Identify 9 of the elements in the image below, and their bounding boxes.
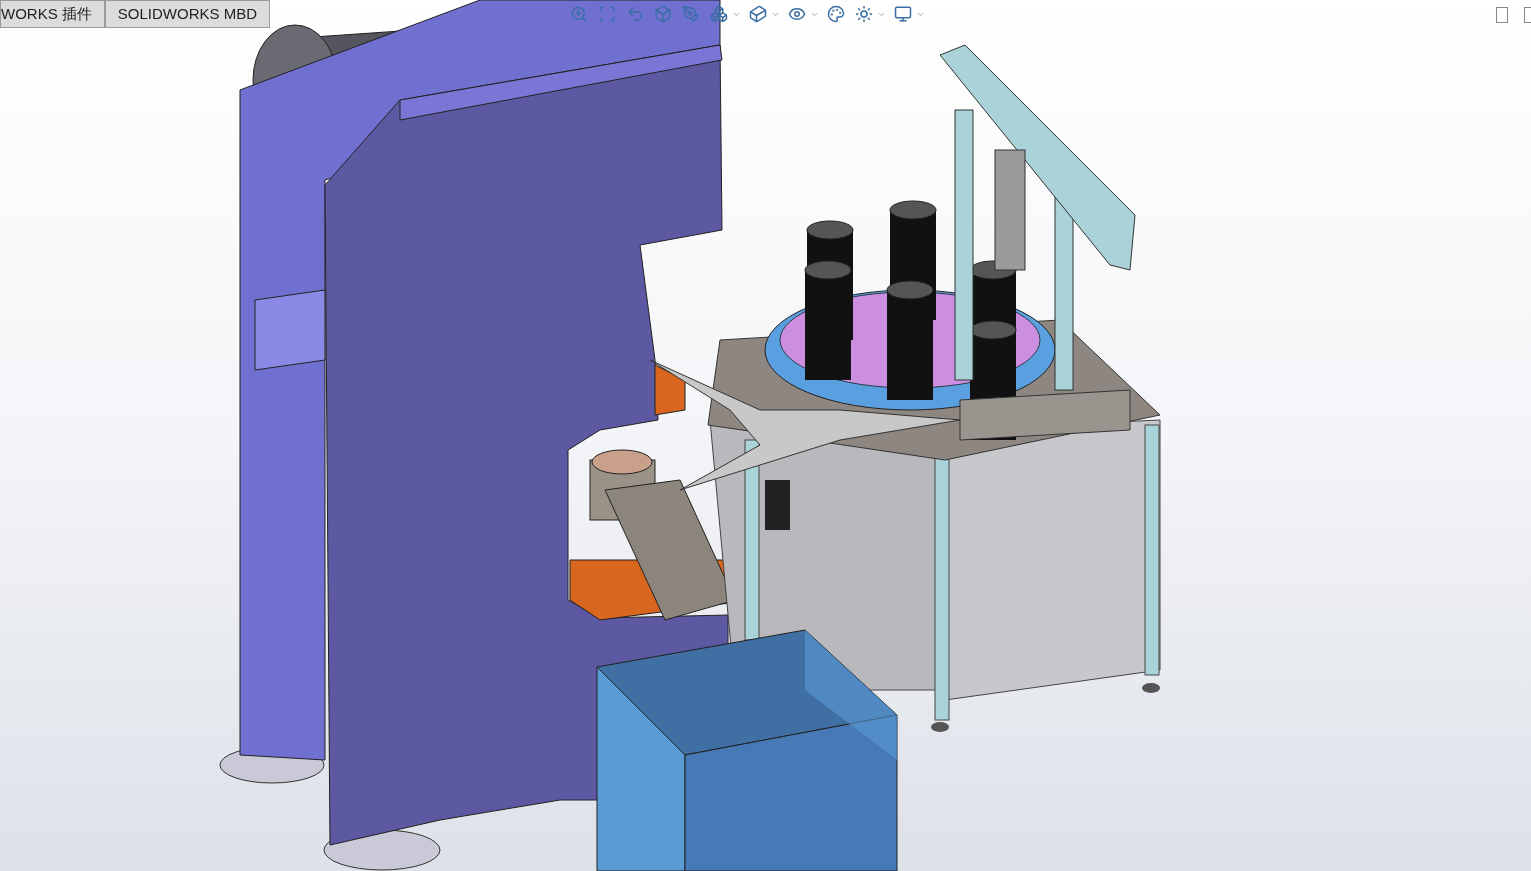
panel-toggle-button[interactable]: [1524, 7, 1531, 23]
command-tab[interactable]: SOLIDWORKS MBD: [104, 0, 271, 28]
scene-button[interactable]: [853, 3, 875, 25]
panel-toggle-button[interactable]: [1496, 7, 1508, 23]
palette-button[interactable]: [825, 3, 847, 25]
cube-button[interactable]: [708, 3, 730, 25]
pen-button[interactable]: [680, 3, 702, 25]
cube-button[interactable]: [747, 3, 769, 25]
command-tab[interactable]: WORKS 插件: [0, 0, 105, 28]
